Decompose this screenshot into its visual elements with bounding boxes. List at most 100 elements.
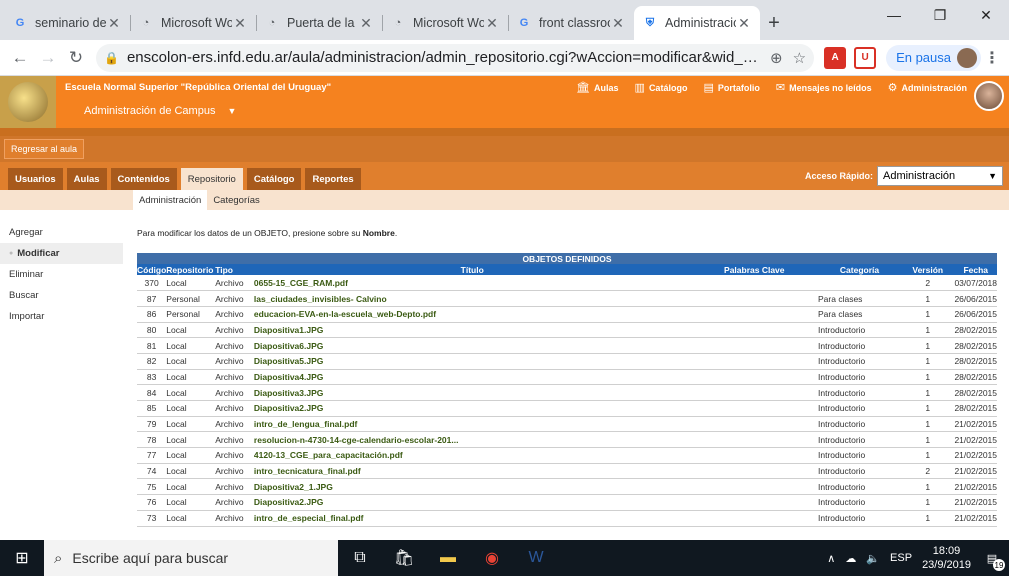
close-tab-icon[interactable]: ✕ — [358, 15, 374, 32]
lock-icon[interactable]: 🔒 — [104, 51, 119, 65]
bookmark-star-icon[interactable]: ☆ — [793, 49, 806, 67]
object-title-link[interactable]: Diapositiva2.JPG — [253, 494, 691, 511]
object-title-link[interactable]: educacion-EVA-en-la-escuela_web-Depto.pd… — [253, 306, 691, 323]
table-cell-version: 1 — [901, 337, 955, 354]
submenu-categorias[interactable]: Categorías — [207, 190, 265, 210]
top-nav-portafolio[interactable]: ▤ Portafolio — [703, 81, 759, 94]
site-header: Escuela Normal Superior "República Orien… — [0, 76, 1009, 128]
object-title-link[interactable]: 0655-15_CGE_RAM.pdf — [253, 275, 691, 292]
network-icon[interactable]: ☁ — [845, 552, 856, 565]
pocket-extension-icon[interactable]: U — [854, 46, 877, 69]
table-cell-repositorio: Local — [166, 275, 216, 292]
table-cell-palabras-clave — [690, 353, 819, 370]
browser-tab[interactable]: Gfront classroom✕ — [508, 6, 634, 40]
table-cell-codigo: 81 — [137, 337, 167, 354]
globe-icon: ◔ — [142, 17, 150, 29]
browser-tab[interactable]: Gseminario de e✕ — [4, 6, 130, 40]
object-title-link[interactable]: Diapositiva4.JPG — [253, 369, 691, 386]
close-tab-icon[interactable]: ✕ — [736, 15, 752, 32]
table-cell-codigo: 84 — [137, 384, 167, 401]
close-tab-icon[interactable]: ✕ — [106, 15, 122, 32]
browser-tab[interactable]: ◔ Microsoft Word✕ — [130, 6, 256, 40]
sidebar-item-importar[interactable]: Importar — [0, 306, 123, 327]
menu-tab-usuarios[interactable]: Usuarios — [8, 168, 63, 190]
back-arrow-icon[interactable]: ← — [6, 44, 34, 72]
object-title-link[interactable]: resolucion-n-4730-14-cge-calendario-esco… — [253, 431, 691, 449]
close-tab-icon[interactable]: ✕ — [232, 15, 248, 32]
object-title-link[interactable]: las_ciudades_invisibles- Calvino — [253, 290, 691, 307]
new-tab-button[interactable]: + — [760, 6, 788, 40]
user-avatar[interactable] — [974, 81, 1004, 111]
object-title-link[interactable]: Diapositiva3.JPG — [253, 384, 691, 401]
sidebar-item-agregar[interactable]: Agregar — [0, 222, 123, 243]
table-cell-codigo: 78 — [137, 431, 167, 449]
menu-tab-repositorio[interactable]: Repositorio — [180, 168, 243, 190]
menu-tab-reportes[interactable]: Reportes — [305, 168, 361, 190]
browser-tab[interactable]: ◔ Puerta de la in✕ — [256, 6, 382, 40]
object-title-link[interactable]: Diapositiva6.JPG — [253, 337, 691, 354]
table-cell-categoria: Introductorio — [818, 447, 902, 464]
chrome-icon[interactable]: ◉ — [470, 540, 514, 576]
sidebar-item-eliminar[interactable]: Eliminar — [0, 264, 123, 285]
table-cell-tipo: Archivo — [215, 478, 254, 496]
language-indicator[interactable]: ESP — [890, 552, 912, 564]
notification-icon[interactable]: ▤ 19 — [981, 547, 1005, 571]
sidebar-item-modificar[interactable]: Modificar — [0, 243, 123, 264]
task-view-icon[interactable]: ⧉ — [338, 540, 382, 576]
object-title-link[interactable]: 4120-13_CGE_para_capacitación.pdf — [253, 447, 691, 464]
top-nav-mensajes[interactable]: ✉ Mensajes no leídos — [776, 81, 872, 94]
zoom-icon[interactable]: ⊕ — [770, 49, 783, 67]
notification-count: 19 — [993, 559, 1005, 571]
submenu-administracion[interactable]: Administración — [133, 190, 208, 210]
quick-access-select[interactable]: Administración ▼ — [877, 166, 1003, 186]
table-cell-repositorio: Local — [166, 322, 216, 339]
back-to-classroom-button[interactable]: Regresar al aula — [4, 139, 85, 159]
close-tab-icon[interactable]: ✕ — [484, 15, 500, 32]
taskbar-search[interactable]: ⌕ Escribe aquí para buscar — [44, 540, 338, 576]
url-text: enscolon-ers.infd.edu.ar/aula/administra… — [126, 49, 760, 66]
menu-tab-contenidos[interactable]: Contenidos — [110, 168, 177, 190]
school-logo[interactable] — [0, 76, 56, 128]
maximize-icon[interactable]: ❐ — [917, 0, 963, 30]
close-window-icon[interactable]: ✕ — [963, 0, 1009, 30]
address-bar[interactable]: 🔒 enscolon-ers.infd.edu.ar/aula/administ… — [96, 43, 815, 72]
reload-icon[interactable]: ↻ — [62, 44, 90, 72]
table-cell-tipo: Archivo — [215, 384, 254, 401]
tray-chevron-icon[interactable]: ∧ — [827, 552, 835, 565]
sidebar-item-buscar[interactable]: Buscar — [0, 285, 123, 306]
close-tab-icon[interactable]: ✕ — [610, 15, 626, 32]
store-icon[interactable]: 🛍 — [382, 540, 426, 576]
object-title-link[interactable]: Diapositiva5.JPG — [253, 353, 691, 370]
clock[interactable]: 18:09 23/9/2019 — [922, 544, 971, 572]
browser-tab[interactable]: ⛨ Administración✕ — [634, 6, 760, 40]
browser-tab[interactable]: ◔ Microsoft Word✕ — [382, 6, 508, 40]
object-title-link[interactable]: Diapositiva2_1.JPG — [253, 478, 691, 496]
menu-tab-catalogo[interactable]: Catálogo — [246, 168, 302, 190]
object-title-link[interactable]: Diapositiva2.JPG — [253, 400, 691, 417]
file-explorer-icon[interactable]: ▬ — [426, 540, 470, 576]
top-nav-administracion[interactable]: ⚙ Administración — [888, 81, 967, 94]
object-title-link[interactable]: intro_tecnicatura_final.pdf — [253, 463, 691, 480]
table-cell-fecha: 28/02/2015 — [954, 322, 997, 339]
word-icon[interactable]: W — [514, 540, 558, 576]
table-cell-codigo: 80 — [137, 322, 167, 339]
object-title-link[interactable]: intro_de_especial_final.pdf — [253, 510, 691, 527]
object-title-link[interactable]: Diapositiva1.JPG — [253, 322, 691, 339]
table-cell-fecha: 26/06/2015 — [954, 290, 997, 307]
forward-arrow-icon[interactable]: → — [34, 44, 62, 72]
top-nav-catalogo[interactable]: ▥ Catálogo — [635, 81, 688, 94]
browser-menu-icon[interactable]: ⋮ — [981, 48, 1003, 68]
profile-paused-button[interactable]: En pausa — [886, 44, 981, 71]
table-cell-palabras-clave — [690, 290, 819, 307]
campus-admin-menu[interactable]: Administración de Campus ▼ — [84, 105, 236, 117]
object-title-link[interactable]: intro_de_lengua_final.pdf — [253, 416, 691, 433]
top-nav-aulas[interactable]: 🏛 Aulas — [576, 81, 618, 94]
table-cell-version: 1 — [901, 322, 955, 339]
table-cell-tipo: Archivo — [215, 463, 254, 480]
column-header-palabras-clave: Palabras Clave — [690, 264, 819, 275]
menu-tab-aulas[interactable]: Aulas — [66, 168, 107, 190]
volume-icon[interactable]: 🔈 — [866, 552, 880, 565]
windows-start-icon[interactable]: ⊞ — [0, 548, 44, 568]
pdf-extension-icon[interactable]: A — [824, 46, 847, 69]
minimize-icon[interactable]: — — [871, 0, 917, 30]
